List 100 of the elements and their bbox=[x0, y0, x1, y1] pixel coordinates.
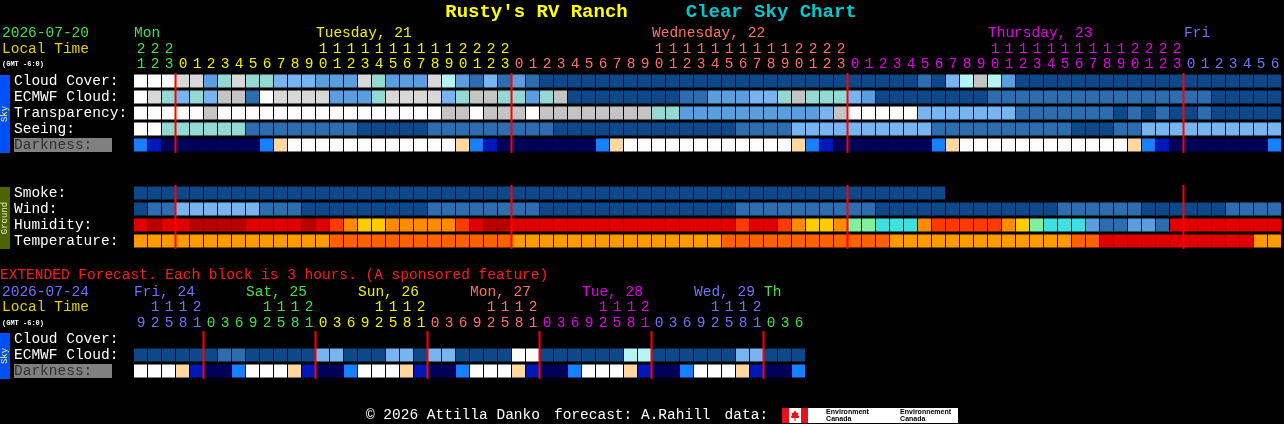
hour-label: 21 bbox=[528, 300, 538, 331]
extended-forecast-notice: EXTENDED Forecast. Each block is 3 hours. (A sponsored feature) bbox=[0, 266, 550, 283]
hour-label: 22 bbox=[150, 41, 160, 73]
hour-label: 6 bbox=[570, 315, 580, 331]
hour-label: 16 bbox=[738, 41, 748, 73]
hour-label: 15 bbox=[1060, 41, 1070, 73]
hour-label: 13 bbox=[360, 41, 370, 73]
hour-label: 1 bbox=[192, 57, 202, 73]
local-time-label: Local Time bbox=[2, 300, 90, 316]
hour-label: 2 bbox=[206, 57, 216, 73]
hour-label: 1 bbox=[1200, 57, 1210, 73]
hour-label: 4 bbox=[234, 57, 244, 73]
hour-label: 12 bbox=[150, 300, 160, 331]
hour-label: 5 bbox=[248, 57, 258, 73]
hour-label: 5 bbox=[920, 57, 930, 73]
hour-label: 13 bbox=[1032, 41, 1042, 73]
sky-section-label: Sky bbox=[0, 74, 10, 153]
hour-label: 12 bbox=[682, 41, 692, 73]
hour-label: 9 bbox=[584, 315, 594, 331]
data-credit: data: bbox=[724, 407, 769, 423]
hour-label: 15 bbox=[276, 300, 286, 331]
hour-label: 3 bbox=[1228, 57, 1238, 73]
hour-label: 9 bbox=[696, 315, 706, 331]
day-label: Thursday, 23 bbox=[988, 25, 1093, 41]
hour-label: 18 bbox=[514, 300, 524, 331]
hour-label: 12 bbox=[598, 300, 608, 331]
hour-label: 23 bbox=[164, 41, 174, 73]
hour-label: 21 bbox=[752, 300, 762, 331]
hour-label: 18 bbox=[766, 41, 776, 73]
row-label: ECMWF Cloud: bbox=[14, 347, 119, 363]
hour-label: 6 bbox=[682, 315, 692, 331]
hour-label: 23 bbox=[1172, 41, 1182, 73]
hour-label: 0 bbox=[1186, 57, 1196, 73]
day-label: Sat, 25 bbox=[246, 283, 307, 300]
hour-label: 21 bbox=[472, 41, 482, 73]
hour-label: 7 bbox=[276, 57, 286, 73]
hour-label: 20 bbox=[794, 41, 804, 73]
hour-label: 21 bbox=[808, 41, 818, 73]
hour-label: 9 bbox=[136, 315, 146, 331]
hour-label: 8 bbox=[962, 57, 972, 73]
hour-label: 0 bbox=[542, 315, 552, 331]
hour-label: 9 bbox=[976, 57, 986, 73]
hour-label: 4 bbox=[906, 57, 916, 73]
hour-label: 3 bbox=[892, 57, 902, 73]
hour-label: 15 bbox=[724, 300, 734, 331]
hour-label: 21 bbox=[1144, 41, 1154, 73]
day-label: Fri bbox=[1184, 25, 1211, 41]
day-label: Mon, 27 bbox=[470, 283, 531, 300]
local-time-label: Local Time bbox=[2, 41, 90, 57]
hour-label: 10 bbox=[654, 41, 664, 73]
hour-label: 3 bbox=[220, 57, 230, 73]
hour-label: 4 bbox=[1242, 57, 1252, 73]
hour-label: 18 bbox=[402, 300, 412, 331]
day-label: Th bbox=[764, 283, 782, 300]
hour-label: 20 bbox=[1130, 41, 1140, 73]
row-label: Temperature: bbox=[14, 232, 119, 249]
hour-label: 2 bbox=[542, 57, 552, 73]
hour-label: 13 bbox=[696, 41, 706, 73]
sky-section-label: Sky bbox=[0, 333, 10, 379]
hour-label: 0 bbox=[206, 315, 216, 331]
day-label: Mon bbox=[134, 25, 161, 41]
chart-title: Clear Sky Chart bbox=[685, 1, 857, 23]
site-name: Rusty's RV Ranch bbox=[445, 1, 628, 23]
row-label: Transparency: bbox=[14, 104, 128, 121]
hour-label: 6 bbox=[262, 57, 272, 73]
hour-label: 6 bbox=[1270, 57, 1280, 73]
hour-label: 9 bbox=[304, 57, 314, 73]
hour-label: 10 bbox=[318, 41, 328, 73]
hour-label: 6 bbox=[794, 315, 804, 331]
row-label: Cloud Cover: bbox=[14, 72, 119, 89]
hour-label: 21 bbox=[192, 300, 202, 331]
row-label: Wind: bbox=[14, 200, 58, 217]
hour-label: 11 bbox=[332, 41, 342, 73]
date-label: 2026-07-20 bbox=[2, 26, 90, 42]
hour-label: 1 bbox=[528, 57, 538, 73]
hour-label: 12 bbox=[346, 41, 356, 73]
hour-label: 2 bbox=[878, 57, 888, 73]
hour-label: 9 bbox=[360, 315, 370, 331]
hour-label: 7 bbox=[948, 57, 958, 73]
hour-label: 2 bbox=[1214, 57, 1224, 73]
hour-label: 18 bbox=[290, 300, 300, 331]
hour-label: 10 bbox=[990, 41, 1000, 73]
hour-label: 17 bbox=[752, 41, 762, 73]
day-label: Sun, 26 bbox=[358, 283, 419, 300]
hour-label: 15 bbox=[164, 300, 174, 331]
hour-label: 22 bbox=[486, 41, 496, 73]
hour-label: 3 bbox=[444, 315, 454, 331]
hour-label: 14 bbox=[374, 41, 384, 73]
hour-label: 12 bbox=[1018, 41, 1028, 73]
hour-label: 17 bbox=[416, 41, 426, 73]
hour-label: 0 bbox=[850, 57, 860, 73]
hour-label: 0 bbox=[178, 57, 188, 73]
hour-label: 9 bbox=[640, 57, 650, 73]
hour-label: 16 bbox=[402, 41, 412, 73]
day-label: Tue, 28 bbox=[582, 283, 643, 300]
hour-label: 15 bbox=[388, 300, 398, 331]
hour-label: 22 bbox=[822, 41, 832, 73]
hour-label: 20 bbox=[458, 41, 468, 73]
hour-label: 3 bbox=[556, 57, 566, 73]
hour-label: 3 bbox=[780, 315, 790, 331]
